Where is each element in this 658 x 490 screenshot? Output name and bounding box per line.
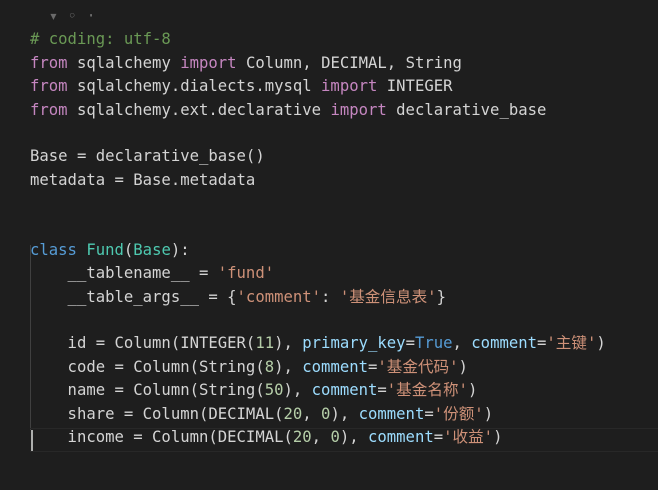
code-token: 0 — [330, 428, 340, 447]
code-line[interactable]: # coding: utf-8 — [30, 28, 658, 51]
code-line[interactable]: __tablename__ = 'fund' — [30, 262, 658, 285]
code-editor[interactable]: ▾ ◦ · # coding: utf-8 from sqlalchemy impo… — [0, 0, 658, 490]
code-token: = — [424, 404, 434, 423]
code-token: __tablename__ = — [30, 264, 218, 283]
code-token: True — [414, 334, 453, 353]
code-token: comment — [358, 404, 425, 423]
code-token: , — [311, 428, 331, 447]
code-token: 20 — [283, 404, 303, 423]
code-token: share = Column(DECIMAL( — [30, 404, 284, 423]
code-token: Base — [133, 240, 171, 259]
code-line[interactable] — [30, 309, 658, 332]
code-token: : — [321, 287, 340, 306]
code-token: metadata = Base.metadata — [30, 170, 256, 189]
code-token: sqlalchemy.ext.declarative — [67, 100, 331, 119]
code-token: comment — [471, 334, 538, 353]
code-token: '主键' — [546, 334, 597, 353]
code-token: __table_args__ = { — [30, 287, 237, 306]
code-token: Column, DECIMAL, String — [236, 53, 462, 72]
code-line[interactable]: Base = declarative_base() — [30, 145, 658, 168]
code-token: = — [377, 381, 387, 400]
code-token: sqlalchemy.dialects.mysql — [67, 77, 322, 96]
code-token: 'fund' — [217, 264, 275, 283]
code-line[interactable]: ▾ ◦ · — [30, 5, 658, 28]
code-line[interactable]: class Fund(Base): — [30, 239, 658, 262]
code-token: import — [180, 53, 237, 72]
code-token: 8 — [264, 357, 275, 376]
code-token: Base = declarative_base() — [30, 147, 265, 166]
code-token: '收益' — [443, 428, 494, 447]
code-token: ), — [330, 404, 359, 423]
code-token: ), — [274, 334, 303, 353]
code-token: class — [30, 240, 77, 259]
code-token: ), — [339, 428, 368, 447]
code-token: from — [30, 77, 68, 96]
code-token: ) — [596, 334, 606, 353]
code-line[interactable]: from sqlalchemy import Column, DECIMAL, … — [30, 52, 658, 75]
code-token: ), — [274, 357, 303, 376]
code-token: ): — [170, 240, 190, 259]
code-line[interactable]: from sqlalchemy.ext.declarative import d… — [30, 99, 658, 122]
code-token: ▾ ◦ · — [30, 7, 96, 25]
code-line[interactable]: income = Column(DECIMAL(20, 0), comment=… — [30, 426, 658, 449]
code-lines[interactable]: ▾ ◦ · # coding: utf-8 from sqlalchemy impo… — [30, 5, 658, 473]
code-token: ) — [458, 357, 468, 376]
code-token: '基金信息表' — [339, 287, 437, 306]
code-token: '份额' — [433, 404, 484, 423]
code-token: , — [452, 334, 472, 353]
code-token: name = Column(String( — [30, 381, 265, 400]
code-token: primary_key — [302, 334, 406, 353]
code-token: = — [433, 428, 444, 447]
code-token: ( — [123, 240, 134, 259]
code-token: '基金名称' — [386, 381, 468, 400]
code-line[interactable]: id = Column(INTEGER(11), primary_key=Tru… — [30, 332, 658, 355]
code-token: 50 — [264, 381, 284, 400]
code-token: import — [330, 100, 387, 119]
code-token: code = Column(String( — [30, 357, 265, 376]
code-token: import — [321, 77, 378, 96]
code-token: sqlalchemy — [67, 53, 181, 72]
code-token: comment — [302, 357, 368, 376]
code-token: 'comment' — [236, 287, 322, 306]
code-token: 20 — [292, 428, 312, 447]
code-line[interactable]: __table_args__ = {'comment': '基金信息表'} — [30, 286, 658, 309]
code-token: comment — [368, 428, 434, 447]
code-token: } — [436, 287, 446, 306]
code-line[interactable] — [30, 122, 658, 145]
code-token: id = Column(INTEGER( — [30, 334, 256, 353]
code-token: , — [302, 404, 322, 423]
code-token: = — [537, 334, 547, 353]
code-token: income = Column(DECIMAL( — [30, 428, 293, 447]
code-line[interactable]: from sqlalchemy.dialects.mysql import IN… — [30, 75, 658, 98]
code-token: from — [30, 100, 68, 119]
code-line[interactable]: code = Column(String(8), comment='基金代码') — [30, 356, 658, 379]
code-line[interactable]: share = Column(DECIMAL(20, 0), comment='… — [30, 403, 658, 426]
code-token: INTEGER — [377, 77, 453, 96]
code-token: # coding: utf-8 — [30, 30, 171, 49]
code-line[interactable] — [30, 449, 658, 472]
code-token: declarative_base — [386, 100, 547, 119]
code-token: ) — [483, 404, 494, 423]
code-line[interactable]: metadata = Base.metadata — [30, 169, 658, 192]
code-token: '基金代码' — [377, 357, 459, 376]
code-token: comment — [311, 381, 378, 400]
code-line[interactable] — [30, 216, 658, 239]
code-token: Fund — [86, 240, 124, 259]
code-token: = — [405, 334, 415, 353]
code-line[interactable] — [30, 192, 658, 215]
code-token: from — [30, 53, 68, 72]
code-token: = — [368, 357, 378, 376]
code-token: ) — [467, 381, 478, 400]
code-line[interactable]: name = Column(String(50), comment='基金名称'… — [30, 379, 658, 402]
code-token: ) — [493, 428, 503, 447]
code-token: 11 — [255, 334, 275, 353]
code-token: ), — [283, 381, 312, 400]
